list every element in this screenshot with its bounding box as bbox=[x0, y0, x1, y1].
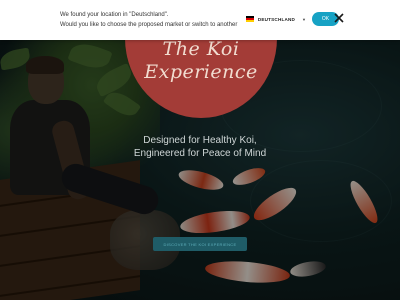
discover-koi-experience-button[interactable]: Discover the Koi Experience bbox=[153, 237, 247, 251]
logo-line-2: Experience bbox=[144, 61, 258, 83]
location-message-line-1: We found your location in "Deutschland". bbox=[60, 12, 169, 18]
country-select[interactable]: DEUTSCHLAND ▼ bbox=[238, 12, 306, 26]
logo-line-1: The Koi bbox=[162, 38, 240, 60]
brand-logo-text: The Koi Experience bbox=[125, 38, 277, 84]
caret-down-icon: ▼ bbox=[302, 16, 306, 22]
location-message: We found your location in "Deutschland".… bbox=[60, 10, 252, 30]
germany-flag-icon bbox=[246, 16, 254, 22]
tagline-line-1: Designed for Healthy Koi, bbox=[143, 135, 257, 146]
tagline-line-2: Engineered for Peace of Mind bbox=[133, 148, 267, 159]
hero-tagline: Designed for Healthy Koi, Engineered for… bbox=[110, 134, 290, 160]
location-message-line-2: Would you like to choose the proposed ma… bbox=[60, 22, 253, 28]
close-icon[interactable] bbox=[332, 11, 346, 25]
location-banner: We found your location in "Deutschland".… bbox=[0, 0, 400, 40]
country-select-label: DEUTSCHLAND bbox=[257, 16, 296, 22]
